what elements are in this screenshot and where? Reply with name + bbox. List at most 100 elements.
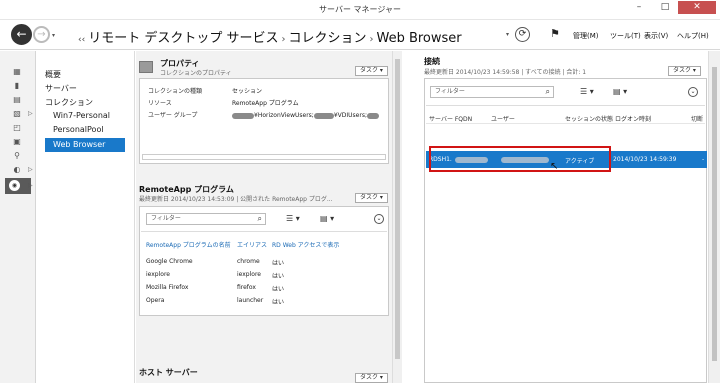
cell-program-name: Mozilla Firefox [146,284,189,291]
highlight-box [429,146,611,172]
properties-section-icon [139,61,153,73]
cell-alias: firefox [237,284,256,291]
mouse-cursor-icon: ↖ [550,161,559,172]
print-icon[interactable]: ▣ [12,137,22,146]
dashboard-icon[interactable]: ▦ [12,67,22,76]
cell-rd-web: はい [272,260,285,267]
breadcrumb-rds[interactable]: リモート デスクトップ サービス [88,31,278,46]
property-row: ユーザー グループ ¥HorizonViewUsers; ¥VDIUsers; [148,110,379,119]
menu-help[interactable]: ヘルプ(H) [677,31,709,41]
collections-tree: 概要 サーバー コレクション Win7-Personal PersonalPoo… [37,51,135,383]
connections-panel: フィルター ⌕ ☰ ▾ ▤ ▾ ⌄ サーバー FQDN ユーザー セッションの状… [424,78,707,383]
breadcrumb-collections[interactable]: コレクション [288,31,366,46]
navigation-bar: ← → ▾ ‹‹ リモート デスクトップ サービス › コレクション › Web Brow… [0,20,720,50]
scrollbar-thumb[interactable] [712,67,717,361]
rds-icon[interactable]: ◐ [12,165,22,174]
breadcrumb: ‹‹ リモート デスクトップ サービス › コレクション › Web Browser [78,27,462,46]
close-button[interactable]: ✕ [678,1,716,14]
host-servers-title: ホスト サーバー [139,368,198,377]
menu-tools[interactable]: ツール(T) [610,31,641,41]
properties-task-button[interactable]: タスク ▾ [355,66,388,76]
properties-subtitle: コレクションのプロパティ [160,70,232,77]
properties-panel: コレクションの種類 セッション リソース RemoteApp プログラム ユーザー … [139,78,389,164]
redacted-text [313,112,334,119]
cell-rd-web: はい [272,286,285,293]
property-row: コレクションの種類 セッション [148,88,263,95]
tree-item-overview[interactable]: 概要 [45,69,61,80]
expand-icon[interactable]: ⌄ [374,214,384,224]
tree-item-personalpool[interactable]: PersonalPool [53,125,104,134]
cell-alias: iexplore [237,271,261,278]
notifications-flag-icon[interactable]: ⚑ [550,27,560,40]
remoteapp-task-button[interactable]: タスク ▾ [355,193,388,203]
search-icon[interactable]: ⌕ [546,87,550,97]
divider [141,231,387,232]
connections-filter-input[interactable]: フィルター ⌕ [430,86,554,98]
tree-item-win7-personal[interactable]: Win7-Personal [53,111,110,120]
divider [426,123,705,124]
maximize-button[interactable]: □ [654,1,676,14]
tree-item-servers[interactable]: サーバー [45,83,77,94]
cell-alias: launcher [237,297,264,304]
back-button[interactable]: ← [11,24,32,45]
list-view-dropdown[interactable]: ☰ ▾ [286,214,300,223]
ad-icon[interactable]: ⚲ [12,151,22,160]
breadcrumb-web-browser[interactable]: Web Browser [376,31,461,46]
group-view-dropdown[interactable]: ▤ ▾ [320,214,334,223]
column-header-session-state[interactable]: セッションの状態 [565,114,613,123]
cell-program-name: iexplore [146,271,170,278]
column-header-rd-web[interactable]: RD Web アクセスで表示 [272,240,339,249]
expand-arrow-icon[interactable]: ▷ [28,166,33,173]
tree-item-collections[interactable]: コレクション [45,97,93,108]
window-scrollbar[interactable] [708,51,720,383]
breadcrumb-overflow-icon[interactable]: ‹‹ [78,35,85,45]
remoteapp-subtitle: 最終更新日 2014/10/23 14:53:09 | 公開された Remote… [139,196,333,203]
forward-button[interactable]: → [33,26,50,43]
connections-subtitle: 最終更新日 2014/10/23 14:59:58 | すべての接続 | 合計:… [424,69,587,76]
cell-alias: chrome [237,258,260,265]
remoteapp-filter-input[interactable]: フィルター ⌕ [146,213,266,225]
middle-pane-scrollbar[interactable] [392,51,402,383]
expand-arrow-icon[interactable]: ▷ [28,110,33,117]
redacted-text [232,112,254,119]
refresh-button[interactable]: ⟳ [515,27,530,42]
column-header-program-name[interactable]: RemoteApp プログラムの名前 [146,240,231,249]
connections-title: 接続 [424,57,440,66]
column-header-alias[interactable]: エイリアス [237,240,267,249]
menu-manage[interactable]: 管理(M) [573,31,599,41]
breadcrumb-separator-icon: › [281,34,286,45]
cell-logon-time: 2014/10/23 14:59:39 [613,156,677,163]
connections-pane: 接続 最終更新日 2014/10/23 14:59:58 | すべての接続 | … [412,51,708,383]
file-storage-icon[interactable]: ▧ [12,109,22,118]
properties-horizontal-scrollbar[interactable] [142,154,386,160]
iis-icon[interactable]: ◰ [12,123,22,132]
breadcrumb-separator-icon: › [369,34,374,45]
expand-arrow-icon[interactable]: ▷ [28,182,33,189]
column-header-disconnect[interactable]: 切断 [691,114,703,123]
window-title: サーバー マネージャー [319,5,401,14]
tree-item-web-browser[interactable]: Web Browser [45,138,125,152]
list-view-dropdown[interactable]: ☰ ▾ [580,87,594,96]
host-servers-task-button[interactable]: タスク ▾ [355,373,388,383]
minimize-button[interactable]: – [628,1,650,14]
tool-rail: ▦ ▮ ▤ ▧ ▷ ◰ ▣ ⚲ ◐ ▷ ◉ ▷ [0,51,36,383]
history-dropdown-icon[interactable]: ▾ [52,32,55,39]
menu-view[interactable]: 表示(V) [644,31,668,41]
connections-task-button[interactable]: タスク ▾ [668,66,701,76]
cell-rd-web: はい [272,273,285,280]
search-icon[interactable]: ⌕ [258,214,262,224]
collection-details-pane: プロパティ コレクションのプロパティ タスク ▾ コレクションの種類 セッション … [136,51,402,383]
all-servers-icon[interactable]: ▤ [12,95,22,104]
redacted-text [366,112,379,119]
property-row: リソース RemoteApp プログラム [148,100,299,107]
group-view-dropdown[interactable]: ▤ ▾ [613,87,627,96]
scrollbar-thumb[interactable] [395,59,400,359]
column-header-user[interactable]: ユーザー [491,114,515,123]
column-header-server-fqdn[interactable]: サーバー FQDN [429,114,472,123]
column-header-logon-time[interactable]: ログオン時刻 [615,114,651,123]
expand-icon[interactable]: ⌄ [688,87,698,97]
refresh-dropdown-icon[interactable]: ▾ [506,31,509,38]
cell-rd-web: はい [272,299,285,306]
divider [426,105,705,106]
local-server-icon[interactable]: ▮ [12,81,22,90]
